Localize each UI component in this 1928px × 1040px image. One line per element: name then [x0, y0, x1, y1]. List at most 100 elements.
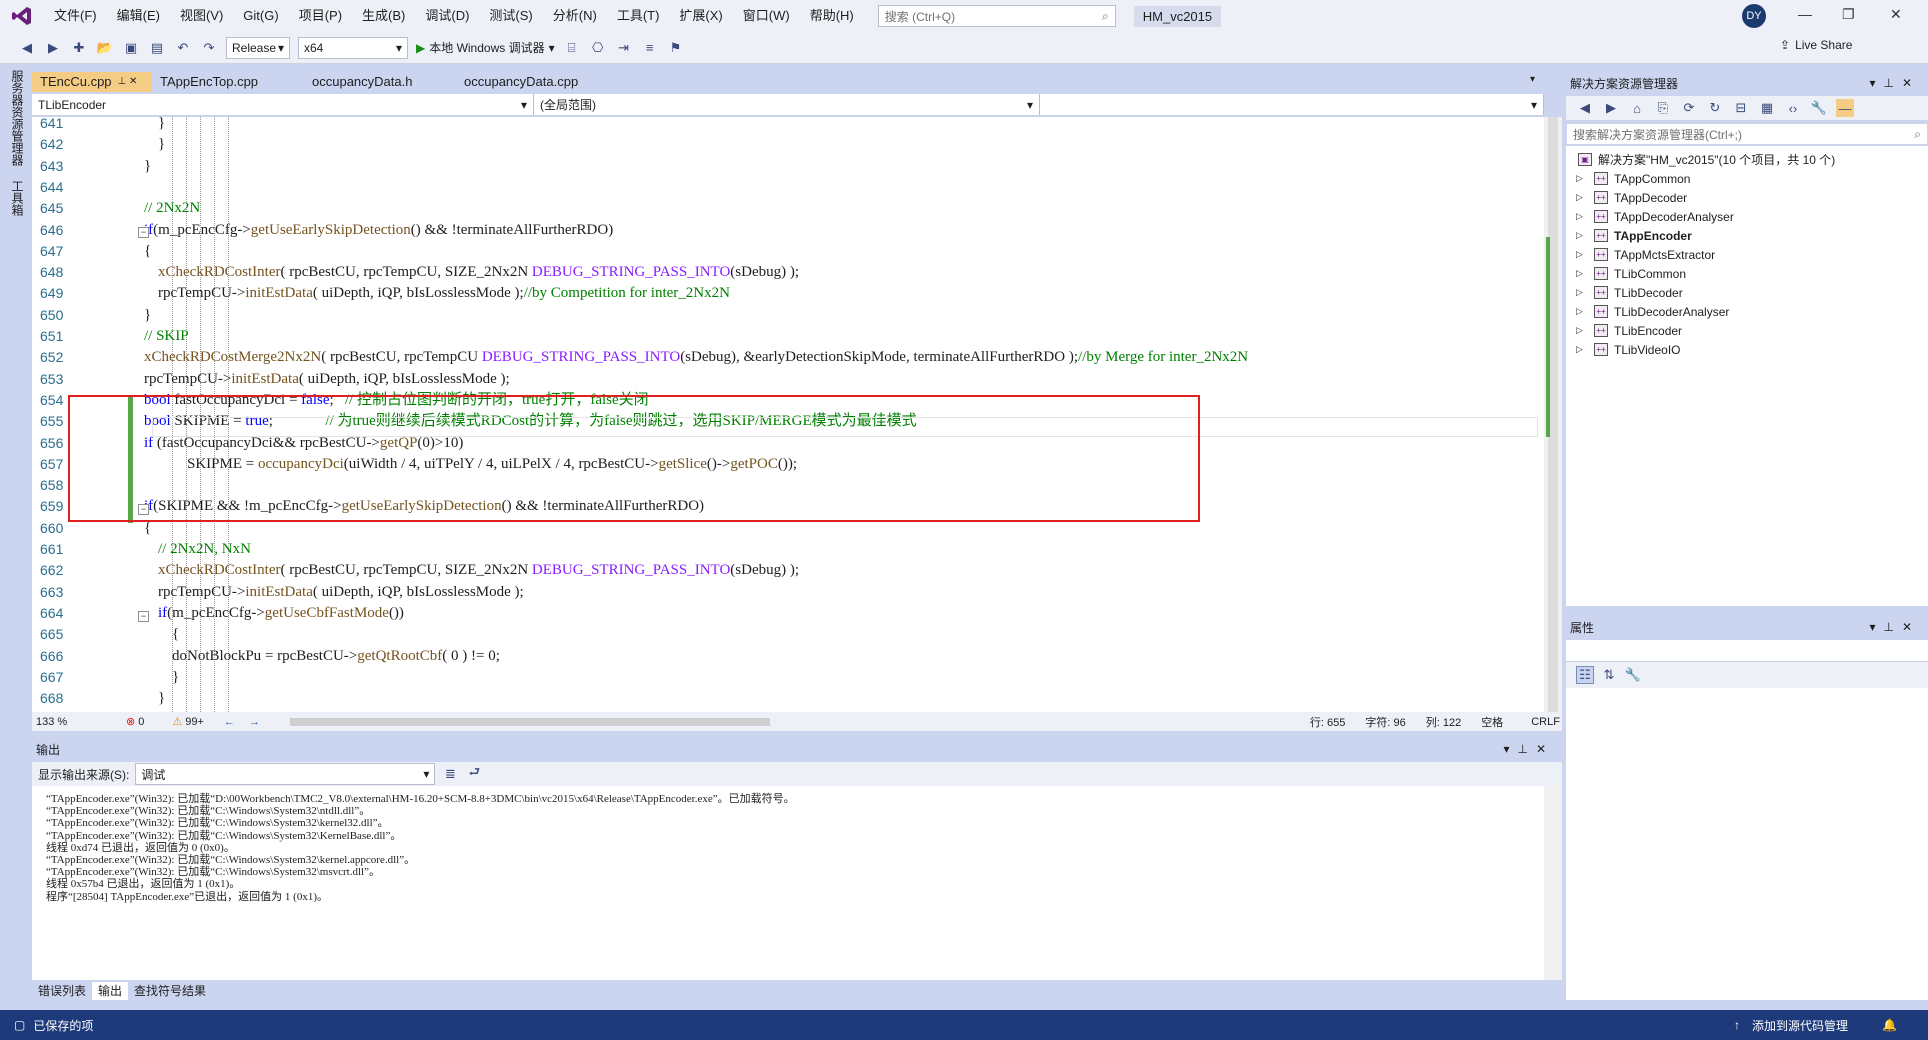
server-explorer-tab[interactable]: 服务器资源管理器	[9, 70, 26, 166]
tree-project-item[interactable]: ▷ ++ TLibCommon	[1576, 264, 1686, 283]
tree-project-item[interactable]: ▷ ++ TLibEncoder	[1576, 321, 1682, 340]
code-line[interactable]: 663 rpcTempCU->initEstData( uiDepth, iQP,…	[32, 582, 1544, 603]
configuration-select[interactable]: Release ▾	[226, 36, 290, 59]
back-icon[interactable]: ◀	[1576, 99, 1594, 117]
add-to-source-control-button[interactable]: 添加到源代码管理	[1752, 1017, 1848, 1034]
function-select[interactable]: ▾	[1040, 94, 1544, 115]
menu-item[interactable]: 视图(V)	[170, 0, 233, 32]
menu-item[interactable]: 窗口(W)	[733, 0, 800, 32]
search-input[interactable]: 搜索 (Ctrl+Q) ⌕	[877, 5, 1116, 27]
menu-item[interactable]: 调试(D)	[415, 0, 479, 32]
code-line[interactable]: 648 xCheckRDCostInter( rpcBestCU, rpcTemp…	[32, 262, 1544, 283]
pending-changes-icon[interactable]: ⟳	[1680, 99, 1698, 117]
solution-root[interactable]: ▣ 解决方案"HM_vc2015"(10 个项目，共 10 个)	[1578, 150, 1835, 169]
project-scope-select[interactable]: TLibEncoder ▾	[32, 94, 534, 115]
comment-icon[interactable]: ≡	[641, 39, 659, 57]
expand-arrow-icon[interactable]: ▷	[1576, 192, 1588, 203]
code-view-icon[interactable]: ‹›	[1784, 99, 1802, 117]
expand-arrow-icon[interactable]: ▷	[1576, 249, 1588, 260]
switch-views-icon[interactable]: ⎘	[1654, 99, 1672, 117]
collapse-all-icon[interactable]: ⊟	[1732, 99, 1750, 117]
save-all-icon[interactable]: ▤	[148, 39, 166, 57]
expand-arrow-icon[interactable]: ▷	[1576, 306, 1588, 317]
output-tab[interactable]: 错误列表	[32, 982, 92, 1000]
output-text[interactable]: “TAppEncoder.exe”(Win32): 已加载“D:\00Workb…	[32, 786, 1562, 980]
save-icon[interactable]: ▣	[122, 39, 140, 57]
tab-document[interactable]: occupancyData.h	[304, 72, 456, 92]
user-avatar[interactable]: DY	[1742, 4, 1766, 28]
code-line[interactable]: 652 xCheckRDCostMerge2Nx2N( rpcBestCU, rp…	[32, 347, 1544, 368]
code-line[interactable]: 661 // 2Nx2N, NxN	[32, 539, 1544, 560]
solution-search-input[interactable]: 搜索解决方案资源管理器(Ctrl+;) ⌕	[1566, 123, 1928, 145]
menu-item[interactable]: 分析(N)	[543, 0, 607, 32]
nav-forward-icon[interactable]: →	[249, 716, 260, 728]
expand-arrow-icon[interactable]: ▷	[1576, 287, 1588, 298]
zoom-level[interactable]: 133 %	[36, 716, 86, 728]
collapse-toggle[interactable]: −	[138, 227, 149, 238]
code-line[interactable]: 649 rpcTempCU->initEstData( uiDepth, iQP,…	[32, 283, 1544, 304]
code-line[interactable]: 651 // SKIP	[32, 326, 1544, 347]
open-folder-icon[interactable]: 📂	[96, 39, 114, 57]
menu-item[interactable]: 编辑(E)	[107, 0, 170, 32]
platform-select[interactable]: x64 ▾	[298, 36, 408, 59]
code-line[interactable]: 653 rpcTempCU->initEstData( uiDepth, iQP,…	[32, 369, 1544, 390]
tab-document[interactable]: TEncCu.cpp ⊥ ✕	[32, 72, 152, 92]
expand-arrow-icon[interactable]: ▷	[1576, 344, 1588, 355]
output-tab[interactable]: 查找符号结果	[128, 982, 212, 1000]
panel-controls[interactable]: ▾⊥✕	[1869, 620, 1920, 634]
expand-arrow-icon[interactable]: ▷	[1576, 325, 1588, 336]
forward-icon[interactable]: ▶	[1602, 99, 1620, 117]
tree-project-item[interactable]: ▷ ++ TAppCommon	[1576, 169, 1690, 188]
tree-project-item[interactable]: ▷ ++ TLibDecoderAnalyser	[1576, 302, 1729, 321]
nav-back-icon[interactable]: ←	[224, 716, 235, 728]
tab-document[interactable]: occupancyData.cpp	[456, 72, 616, 92]
tree-project-item[interactable]: ▷ ++ TAppEncoder	[1576, 226, 1692, 245]
tab-document[interactable]: TAppEncTop.cpp	[152, 72, 304, 92]
code-line[interactable]: 665 {	[32, 624, 1544, 645]
code-line[interactable]: 644	[32, 177, 1544, 198]
refresh-icon[interactable]: ↻	[1706, 99, 1724, 117]
browse-icon[interactable]: ⌸	[563, 39, 581, 57]
categorized-icon[interactable]: ☷	[1576, 666, 1594, 684]
start-debugging-button[interactable]: ▶ 本地 Windows 调试器 ▾	[416, 39, 555, 56]
tab-overflow-icon[interactable]: ▾	[1530, 74, 1535, 85]
property-pages-icon[interactable]: 🔧	[1624, 666, 1642, 684]
code-line[interactable]: 666 doNotBlockPu = rpcBestCU->getQtRootCb…	[32, 646, 1544, 667]
screenshot-icon[interactable]: ⎔	[589, 39, 607, 57]
output-tab[interactable]: 输出	[92, 982, 129, 1000]
code-line[interactable]: 642}	[32, 134, 1544, 155]
code-line[interactable]: 646 if(m_pcEncCfg->getUseEarlySkipDetecti…	[32, 220, 1544, 241]
preview-icon[interactable]: —	[1836, 99, 1854, 117]
panel-controls[interactable]: ▾⊥✕	[1869, 76, 1920, 90]
minimize-icon[interactable]: —	[1798, 6, 1812, 22]
expand-arrow-icon[interactable]: ▷	[1576, 230, 1588, 241]
toolbox-tab[interactable]: 工具箱	[9, 180, 26, 216]
horizontal-scrollbar[interactable]	[289, 717, 770, 726]
tree-project-item[interactable]: ▷ ++ TLibDecoder	[1576, 283, 1683, 302]
warning-count[interactable]: 99+	[185, 716, 204, 728]
home-icon[interactable]: ⌂	[1628, 99, 1646, 117]
menu-item[interactable]: 测试(S)	[479, 0, 542, 32]
show-all-files-icon[interactable]: ▦	[1758, 99, 1776, 117]
menu-item[interactable]: 帮助(H)	[800, 0, 864, 32]
close-icon[interactable]: ✕	[1890, 6, 1902, 23]
back-icon[interactable]: ◀	[18, 39, 36, 57]
code-line[interactable]: 662 xCheckRDCostInter( rpcBestCU, rpcTemp…	[32, 560, 1544, 581]
error-count[interactable]: 0	[138, 716, 144, 728]
tree-project-item[interactable]: ▷ ++ TAppDecoderAnalyser	[1576, 207, 1734, 226]
tree-project-item[interactable]: ▷ ++ TAppDecoder	[1576, 188, 1687, 207]
code-line[interactable]: 668}	[32, 688, 1544, 709]
code-line[interactable]: 645 // 2Nx2N	[32, 198, 1544, 219]
step-icon[interactable]: ⇥	[615, 39, 633, 57]
code-line[interactable]: 643}	[32, 156, 1544, 177]
editor-vertical-scrollbar[interactable]	[1544, 117, 1562, 712]
properties-object-select[interactable]	[1566, 640, 1928, 662]
alphabetical-icon[interactable]: ⇅	[1600, 666, 1618, 684]
member-scope-select[interactable]: (全局范围) ▾	[534, 94, 1040, 115]
expand-arrow-icon[interactable]: ▷	[1576, 268, 1588, 279]
pin-close-icon[interactable]: ⊥ ✕	[118, 72, 138, 92]
output-source-select[interactable]: 调试 ▾	[135, 763, 436, 785]
code-line[interactable]: 664 if(m_pcEncCfg->getUseCbfFastMode())	[32, 603, 1544, 624]
word-wrap-icon[interactable]: ⮐	[465, 764, 483, 783]
code-line[interactable]: 650}	[32, 305, 1544, 326]
